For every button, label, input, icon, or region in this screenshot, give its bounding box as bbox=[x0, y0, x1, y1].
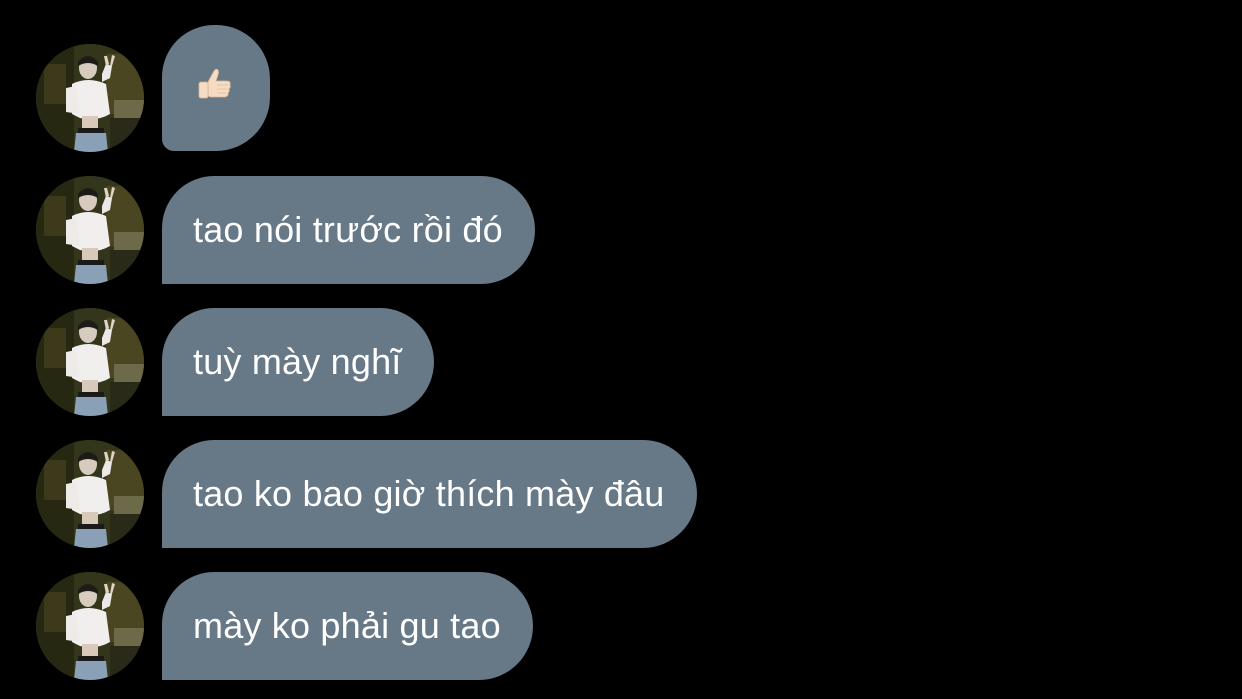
avatar-photo bbox=[36, 440, 144, 548]
message-text: tao nói trước rồi đó bbox=[193, 209, 503, 250]
message-row: tuỳ mày nghĩ bbox=[0, 308, 1242, 416]
avatar[interactable] bbox=[36, 176, 144, 284]
avatar[interactable] bbox=[36, 572, 144, 680]
message-row bbox=[0, 25, 1242, 152]
message-row: mày ko phải gu tao bbox=[0, 572, 1242, 680]
message-bubble[interactable]: tuỳ mày nghĩ bbox=[162, 308, 434, 416]
avatar[interactable] bbox=[36, 44, 144, 152]
message-row: tao ko bao giờ thích mày đâu bbox=[0, 440, 1242, 548]
thumbs-up-icon bbox=[195, 66, 233, 113]
message-bubble[interactable]: mày ko phải gu tao bbox=[162, 572, 533, 680]
message-text: tuỳ mày nghĩ bbox=[193, 341, 402, 382]
message-text: mày ko phải gu tao bbox=[193, 605, 501, 646]
message-bubble[interactable]: tao ko bao giờ thích mày đâu bbox=[162, 440, 697, 548]
avatar[interactable] bbox=[36, 440, 144, 548]
avatar-photo bbox=[36, 44, 144, 152]
message-bubble[interactable] bbox=[162, 25, 270, 151]
avatar-photo bbox=[36, 176, 144, 284]
avatar-photo bbox=[36, 308, 144, 416]
avatar[interactable] bbox=[36, 308, 144, 416]
message-text: tao ko bao giờ thích mày đâu bbox=[193, 473, 665, 514]
avatar-photo bbox=[36, 572, 144, 680]
message-row: tao nói trước rồi đó bbox=[0, 176, 1242, 284]
message-bubble[interactable]: tao nói trước rồi đó bbox=[162, 176, 535, 284]
